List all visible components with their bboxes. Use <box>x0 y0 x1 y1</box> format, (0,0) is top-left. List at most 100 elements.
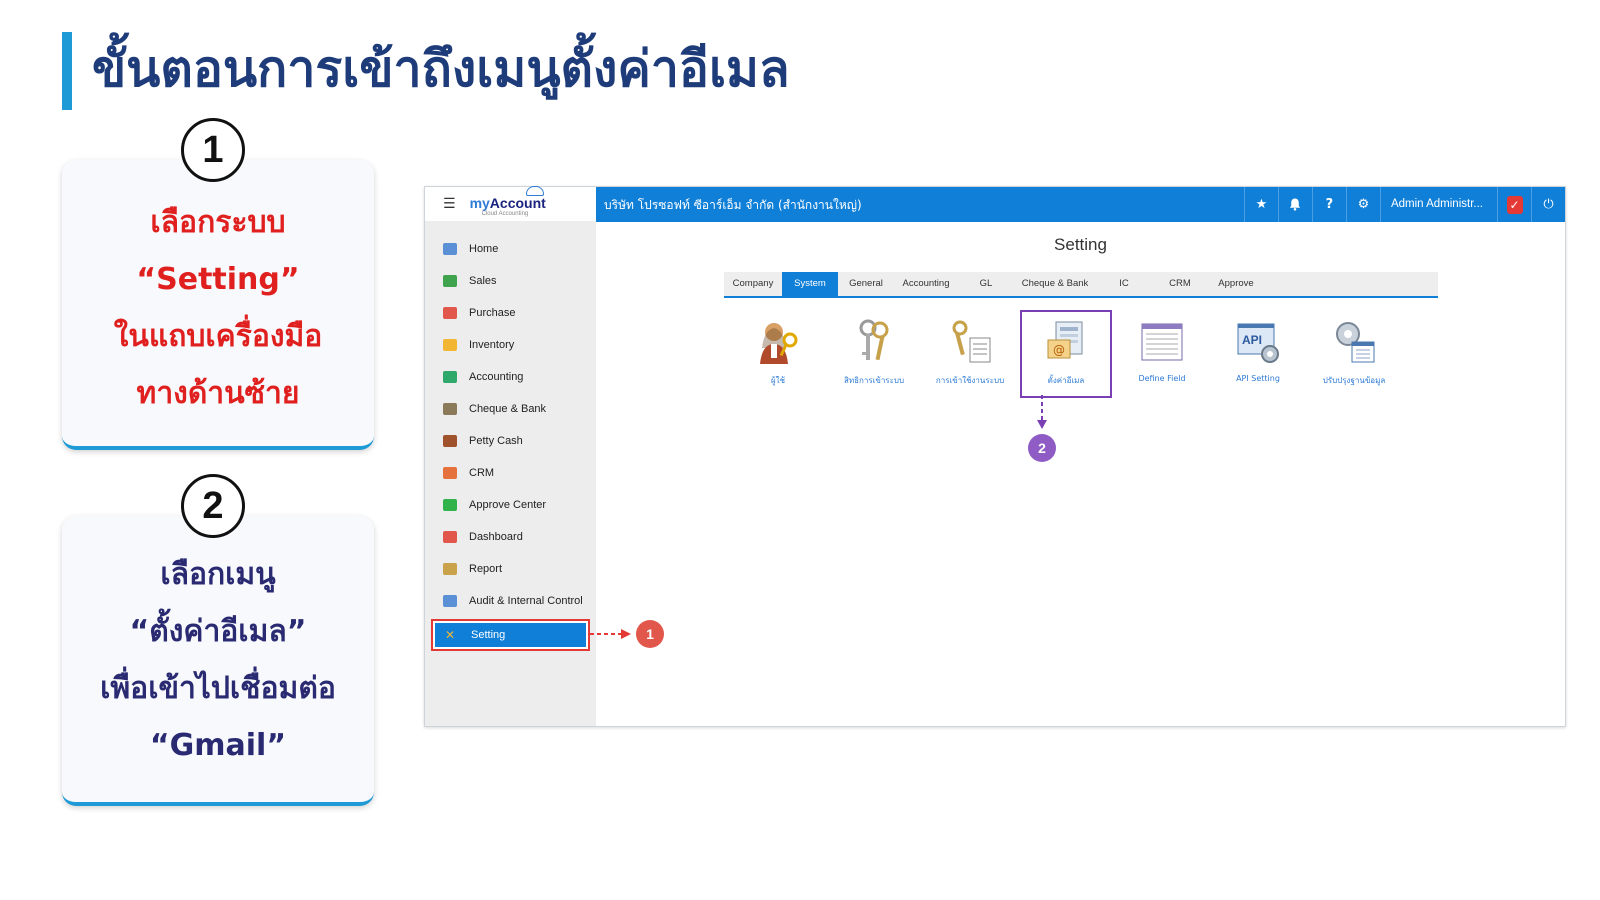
sidebar-item-label: Setting <box>471 629 506 641</box>
slide-title: ขั้นตอนการเข้าถึงเมนูตั้งค่าอีเมล <box>92 40 790 98</box>
people-icon <box>443 467 457 479</box>
tab-accounting[interactable]: Accounting <box>894 272 958 296</box>
sidebar-item-label: Cheque & Bank <box>469 403 547 415</box>
sidebar-item-label: Purchase <box>469 307 516 319</box>
svg-text:@: @ <box>1053 343 1065 357</box>
tab-approve[interactable]: Approve <box>1208 272 1264 296</box>
sidebar-item-audit-internal-control[interactable]: Audit & Internal Control <box>425 585 596 617</box>
key-log-icon <box>946 318 994 366</box>
myaccount-logo[interactable]: myAccount Cloud Accounting <box>470 186 546 217</box>
book-icon <box>443 371 457 383</box>
sidebar-item-inventory[interactable]: Inventory <box>425 329 596 361</box>
pie-chart-icon <box>443 531 457 543</box>
company-name[interactable]: บริษัท โปรซอฟท์ ซีอาร์เอ็ม จำกัด (สำนักง… <box>604 196 862 215</box>
setting-item-email-setting[interactable]: @ ตั้งค่าอีเมล <box>1020 310 1112 398</box>
step-1-line: ในแถบเครื่องมือ <box>113 319 323 354</box>
top-toolbar: ★ ? ⚙ Admin Administr... ✓ ⏻ <box>1243 187 1565 222</box>
step-2-line: “Gmail” <box>149 728 287 763</box>
user-menu[interactable]: Admin Administr... <box>1379 187 1497 222</box>
database-update-icon <box>1330 318 1378 366</box>
setting-item-label: การเข้าใช้งานระบบ <box>935 376 1005 385</box>
top-bar: บริษัท โปรซอฟท์ ซีอาร์เอ็ม จำกัด (สำนักง… <box>596 187 1565 222</box>
sidebar: ☰ myAccount Cloud Accounting Home Sales Pu… <box>425 186 596 726</box>
step-1-line: “Setting” <box>136 262 300 297</box>
sidebar-item-accounting[interactable]: Accounting <box>425 361 596 393</box>
setting-item-label: ผู้ใช้ <box>770 376 786 385</box>
tab-company[interactable]: Company <box>724 272 782 296</box>
gear-icon[interactable]: ⚙ <box>1345 187 1380 222</box>
setting-item-define-field[interactable]: Define Field <box>1114 310 1210 398</box>
email-setting-icon: @ <box>1042 318 1090 366</box>
keys-icon <box>850 318 898 366</box>
tab-crm[interactable]: CRM <box>1152 272 1208 296</box>
sidebar-item-crm[interactable]: CRM <box>425 457 596 489</box>
star-icon[interactable]: ★ <box>1243 187 1278 222</box>
setting-item-keys[interactable]: สิทธิการเข้าระบบ <box>826 310 922 398</box>
sidebar-item-sales[interactable]: Sales <box>425 265 596 297</box>
api-setting-icon: API <box>1234 318 1282 366</box>
logo-tagline: Cloud Accounting <box>481 211 529 217</box>
step-2-line: เลือกเมนู <box>160 557 276 592</box>
tab-gl[interactable]: GL <box>958 272 1014 296</box>
sidebar-item-label: Inventory <box>469 339 515 351</box>
setting-item-database-update[interactable]: ปรับปรุงฐานข้อมูล <box>1306 310 1402 398</box>
help-icon[interactable]: ? <box>1311 187 1346 222</box>
sidebar-item-dashboard[interactable]: Dashboard <box>425 521 596 553</box>
box-icon <box>443 339 457 351</box>
svg-text:API: API <box>1242 333 1262 347</box>
setting-item-key-log[interactable]: การเข้าใช้งานระบบ <box>922 310 1018 398</box>
define-field-icon <box>1138 318 1186 366</box>
tab-system[interactable]: System <box>782 272 838 296</box>
callout-1-badge: 1 <box>636 620 664 648</box>
tab-ic[interactable]: IC <box>1096 272 1152 296</box>
sidebar-item-label: Approve Center <box>469 499 547 511</box>
system-settings-grid: ผู้ใช้ สิทธิการเข้าระบบ การเข้าใช้งานระบบ @… <box>730 310 1402 398</box>
hamburger-menu-icon[interactable]: ☰ <box>443 196 456 212</box>
page-title: Setting <box>1054 235 1107 254</box>
bell-icon[interactable] <box>1277 187 1312 222</box>
power-icon[interactable]: ⏻ <box>1531 187 1565 222</box>
cart-icon <box>443 307 457 319</box>
home-icon <box>443 243 457 255</box>
sidebar-item-label: Sales <box>469 275 497 287</box>
logo-area: ☰ myAccount Cloud Accounting <box>425 186 596 221</box>
sidebar-item-setting[interactable]: ✕ Setting <box>431 619 590 651</box>
user-key-icon <box>754 318 802 366</box>
setting-item-api-setting[interactable]: API API Setting <box>1210 310 1306 398</box>
setting-item-user-key[interactable]: ผู้ใช้ <box>730 310 826 398</box>
sidebar-item-label: Dashboard <box>469 531 523 543</box>
step-2-card: เลือกเมนู “ตั้งค่าอีเมล” เพื่อเข้าไปเชื่… <box>62 516 374 806</box>
title-accent-bar <box>62 32 72 110</box>
money-icon <box>443 275 457 287</box>
sidebar-nav: Home Sales Purchase Inventory Accounting Cheq… <box>425 221 596 651</box>
report-icon <box>443 563 457 575</box>
step-1-card: เลือกระบบ “Setting” ในแถบเครื่องมือ ทางด… <box>62 160 374 450</box>
sidebar-item-cheque-bank[interactable]: Cheque & Bank <box>425 393 596 425</box>
sidebar-item-label: Audit & Internal Control <box>469 595 583 607</box>
setting-item-label: ตั้งค่าอีเมล <box>1047 376 1085 385</box>
sidebar-item-label: Petty Cash <box>469 435 523 447</box>
sidebar-item-label: Report <box>469 563 503 575</box>
callout-2-arrow <box>1037 395 1047 429</box>
sidebar-item-petty-cash[interactable]: Petty Cash <box>425 425 596 457</box>
step-2-line: “ตั้งค่าอีเมล” <box>129 614 307 649</box>
step-2-line: เพื่อเข้าไปเชื่อมต่อ <box>100 671 336 706</box>
bank-icon <box>443 403 457 415</box>
sidebar-item-label: Home <box>469 243 499 255</box>
sidebar-item-label: CRM <box>469 467 495 479</box>
setting-item-label: สิทธิการเข้าระบบ <box>843 376 905 385</box>
callout-2-badge: 2 <box>1028 434 1056 462</box>
sidebar-item-approve-center[interactable]: Approve Center <box>425 489 596 521</box>
sidebar-item-home[interactable]: Home <box>425 233 596 265</box>
setting-item-label: Define Field <box>1138 374 1186 383</box>
setting-item-label: API Setting <box>1236 374 1280 383</box>
sidebar-item-purchase[interactable]: Purchase <box>425 297 596 329</box>
tab-general[interactable]: General <box>838 272 894 296</box>
sidebar-item-report[interactable]: Report <box>425 553 596 585</box>
notification-badge-icon[interactable]: ✓ <box>1497 187 1531 222</box>
step-1-line: ทางด้านซ้าย <box>136 376 300 411</box>
tab-cheque-bank[interactable]: Cheque & Bank <box>1014 272 1096 296</box>
wallet-icon <box>443 435 457 447</box>
sidebar-item-label: Accounting <box>469 371 524 383</box>
step-2-number: 2 <box>181 474 245 538</box>
